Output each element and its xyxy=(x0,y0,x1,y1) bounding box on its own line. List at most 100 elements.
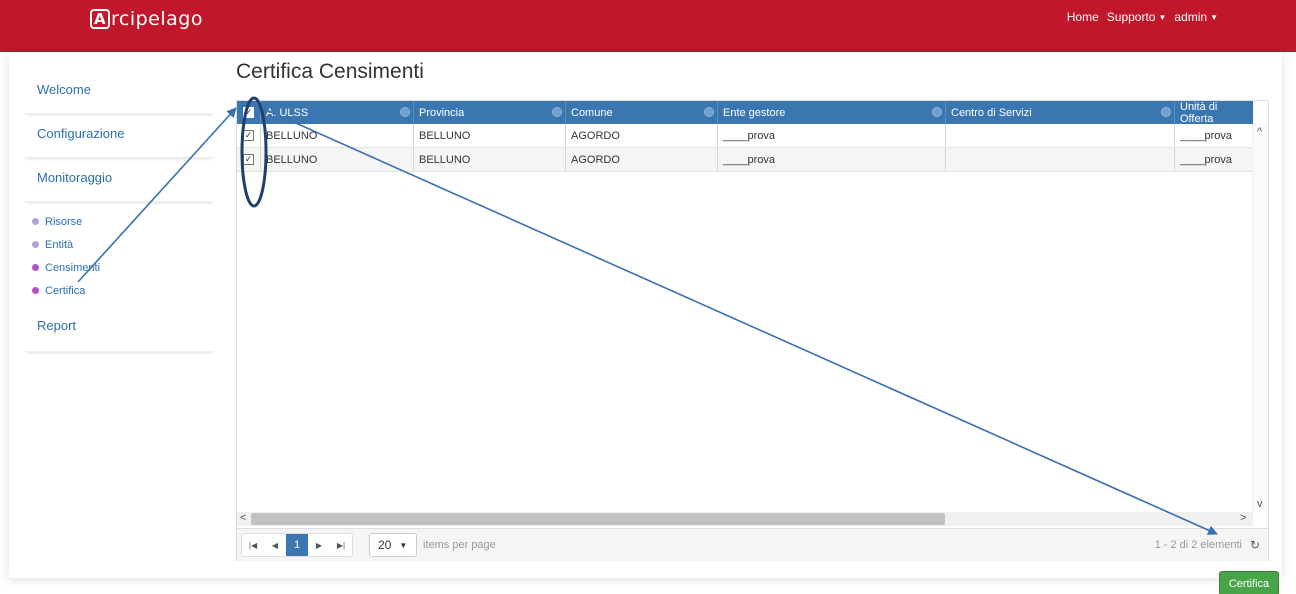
chevron-down-icon: ▼ xyxy=(399,540,408,550)
cell-text: BELLUNO xyxy=(266,129,318,142)
scroll-right-icon[interactable]: > xyxy=(1240,512,1246,524)
cell-provincia: BELLUNO xyxy=(414,148,566,171)
cell-unita-offerta: ____prova xyxy=(1175,124,1253,147)
cell-text: BELLUNO xyxy=(419,153,471,166)
cell-provincia: BELLUNO xyxy=(414,124,566,147)
column-header-ente-gestore[interactable]: Ente gestore xyxy=(718,101,946,124)
top-navbar: Arcipelago Home Supporto ▼ admin ▼ xyxy=(0,0,1296,52)
row-checkbox[interactable]: ✓ xyxy=(243,130,254,141)
filter-icon[interactable] xyxy=(400,107,410,117)
bullet-icon xyxy=(32,218,39,225)
sidebar-item-configurazione[interactable]: Configurazione xyxy=(24,114,214,158)
filter-icon[interactable] xyxy=(552,107,562,117)
column-label: Provincia xyxy=(419,106,465,119)
column-label: Centro di Servizi xyxy=(951,106,1032,119)
column-label: Unità di Offerta xyxy=(1180,100,1218,125)
table-row[interactable]: ✓ BELLUNO BELLUNO AGORDO ____prova ____p… xyxy=(237,148,1253,172)
nav-user-label: admin xyxy=(1174,10,1208,24)
sidebar-item-welcome[interactable]: Welcome xyxy=(24,70,214,114)
cell-text: ____prova xyxy=(723,153,775,166)
select-all-checkbox[interactable]: ✓ xyxy=(243,107,254,118)
sidebar-item-report[interactable]: Report xyxy=(24,308,214,352)
column-header-provincia[interactable]: Provincia xyxy=(414,101,566,124)
items-per-page-label: items per page xyxy=(423,539,496,551)
sidebar-subitem-risorse[interactable]: Risorse xyxy=(32,210,214,233)
cell-text: BELLUNO xyxy=(419,129,471,142)
column-label: Comune xyxy=(571,106,613,119)
scroll-left-icon[interactable]: < xyxy=(240,512,246,524)
row-checkbox[interactable]: ✓ xyxy=(243,154,254,165)
cell-comune: AGORDO xyxy=(566,124,718,147)
cell-centro-servizi xyxy=(946,124,1175,147)
chevron-down-icon: ▼ xyxy=(1210,13,1218,22)
sidebar-submenu: Risorse Entità Censimenti Certifica xyxy=(24,202,214,308)
subitem-label: Entità xyxy=(45,238,74,251)
grid-header: ✓ A. ULSS Provincia Comune Ente gestore … xyxy=(237,100,1253,125)
column-header-unita-offerta[interactable]: Unità di Offerta xyxy=(1175,100,1253,125)
nav-support-label: Supporto xyxy=(1106,10,1156,24)
filter-icon[interactable] xyxy=(1161,107,1171,117)
vertical-scrollbar[interactable]: ^ v xyxy=(1252,124,1268,513)
logo-text: rcipelago xyxy=(111,8,203,30)
filter-icon[interactable] xyxy=(704,107,714,117)
pager-info: 1 - 2 di 2 elementi xyxy=(1154,539,1242,551)
cell-text: AGORDO xyxy=(571,129,620,142)
certify-button[interactable]: Certifica xyxy=(1219,571,1279,594)
cell-text: ____prova xyxy=(723,129,775,142)
horizontal-scrollbar[interactable]: < > xyxy=(237,512,1253,526)
cell-ulss: BELLUNO xyxy=(261,148,414,171)
last-page-icon[interactable]: ▶| xyxy=(330,534,352,556)
column-header-centro-servizi[interactable]: Centro di Servizi xyxy=(946,101,1175,124)
subitem-label: Censimenti xyxy=(45,261,101,274)
sidebar-subitem-censimenti[interactable]: Censimenti xyxy=(32,256,214,279)
pager-buttons: |◀ ◀ 1 ▶ ▶| xyxy=(241,533,353,557)
page-title: Certifica Censimenti xyxy=(236,60,424,83)
cell-ente-gestore: ____prova xyxy=(718,124,946,147)
scrollbar-thumb[interactable] xyxy=(251,513,945,525)
bullet-icon xyxy=(32,287,39,294)
first-page-icon[interactable]: |◀ xyxy=(242,534,264,556)
cell-comune: AGORDO xyxy=(566,148,718,171)
top-menu: Home Supporto ▼ admin ▼ xyxy=(1067,10,1218,24)
sidebar-subitem-certifica[interactable]: Certifica xyxy=(32,279,214,302)
cell-text: ____prova xyxy=(1180,153,1232,166)
cell-text: ____prova xyxy=(1180,129,1232,142)
logo-letter: A xyxy=(90,9,110,29)
scroll-up-icon[interactable]: ^ xyxy=(1257,126,1262,138)
grid-pager: |◀ ◀ 1 ▶ ▶| 20 ▼ items per page 1 - 2 di … xyxy=(237,528,1268,561)
bullet-icon xyxy=(32,264,39,271)
app-logo[interactable]: Arcipelago xyxy=(90,8,203,30)
data-grid: ✓ A. ULSS Provincia Comune Ente gestore … xyxy=(236,100,1269,561)
column-label: A. ULSS xyxy=(266,106,309,119)
select-all-cell: ✓ xyxy=(237,101,261,124)
filter-icon[interactable] xyxy=(932,107,942,117)
subitem-label: Certifica xyxy=(45,284,86,297)
cell-text: BELLUNO xyxy=(266,153,318,166)
column-label: Ente gestore xyxy=(723,106,786,119)
nav-home[interactable]: Home xyxy=(1067,10,1099,24)
cell-text: AGORDO xyxy=(571,153,620,166)
table-row[interactable]: ✓ BELLUNO BELLUNO AGORDO ____prova ____p… xyxy=(237,124,1253,148)
bullet-icon xyxy=(32,241,39,248)
page-size-select[interactable]: 20 ▼ xyxy=(369,533,417,557)
nav-support[interactable]: Supporto ▼ xyxy=(1107,10,1167,24)
column-header-comune[interactable]: Comune xyxy=(566,101,718,124)
cell-centro-servizi xyxy=(946,148,1175,171)
scroll-down-icon[interactable]: v xyxy=(1257,498,1263,510)
cell-ulss: BELLUNO xyxy=(261,124,414,147)
page-number-button[interactable]: 1 xyxy=(286,534,308,556)
nav-user-menu[interactable]: admin ▼ xyxy=(1174,10,1218,24)
refresh-icon[interactable]: ↻ xyxy=(1250,538,1260,552)
sidebar-item-monitoraggio[interactable]: Monitoraggio xyxy=(24,158,214,202)
grid-body: ✓ BELLUNO BELLUNO AGORDO ____prova ____p… xyxy=(237,124,1253,172)
row-select-cell: ✓ xyxy=(237,148,261,171)
chevron-down-icon: ▼ xyxy=(1158,13,1167,22)
prev-page-icon[interactable]: ◀ xyxy=(264,534,286,556)
column-header-ulss[interactable]: A. ULSS xyxy=(261,101,414,124)
row-select-cell: ✓ xyxy=(237,124,261,147)
page-size-value: 20 xyxy=(378,538,392,552)
subitem-label: Risorse xyxy=(45,215,83,228)
next-page-icon[interactable]: ▶ xyxy=(308,534,330,556)
sidebar-subitem-entita[interactable]: Entità xyxy=(32,233,214,256)
sidebar: Welcome Configurazione Monitoraggio Riso… xyxy=(24,70,214,352)
